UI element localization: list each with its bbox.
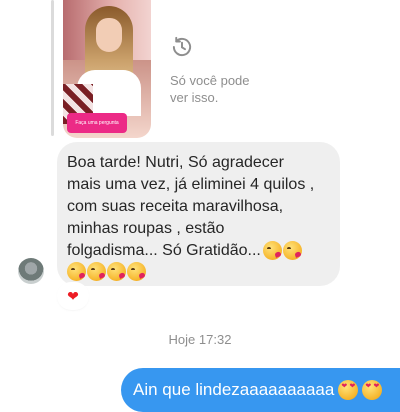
sender-avatar[interactable]: [18, 258, 44, 284]
inline-emoji-group: [262, 241, 302, 261]
reaction-heart-glyph: ❤: [67, 287, 79, 304]
story-reply-bar: [51, 0, 54, 136]
kissing-heart-emoji-icon: [107, 262, 126, 281]
kissing-heart-emoji-icon: [282, 241, 302, 261]
incoming-message-text: Boa tarde! Nutri, Só agradecer mais uma …: [67, 152, 330, 262]
only-you-can-see-label: Só você pode ver isso.: [170, 73, 250, 105]
story-person-face: [96, 18, 122, 52]
story-question-sticker: Faça uma pergunta: [67, 113, 127, 133]
emoji-row: [67, 262, 330, 281]
outgoing-message-bubble[interactable]: Ain que lindezaaaaaaaaaa: [121, 368, 400, 412]
heart-eyes-emoji-icon: [362, 380, 383, 400]
heart-reaction-icon[interactable]: ❤: [59, 284, 87, 308]
outgoing-message-text: Ain que lindezaaaaaaaaaa: [133, 380, 335, 399]
timestamp: Hoje 17:32: [168, 332, 232, 347]
incoming-message-bubble[interactable]: Boa tarde! Nutri, Só agradecer mais uma …: [57, 142, 340, 286]
kissing-heart-emoji-icon: [262, 241, 282, 261]
heart-eyes-emoji-icon: [338, 380, 359, 400]
history-icon: [172, 36, 192, 57]
kissing-heart-emoji-icon: [87, 262, 106, 281]
kissing-heart-emoji-icon: [127, 262, 146, 281]
kissing-heart-emoji-icon: [67, 262, 86, 281]
story-thumbnail[interactable]: Faça uma pergunta: [63, 0, 151, 138]
